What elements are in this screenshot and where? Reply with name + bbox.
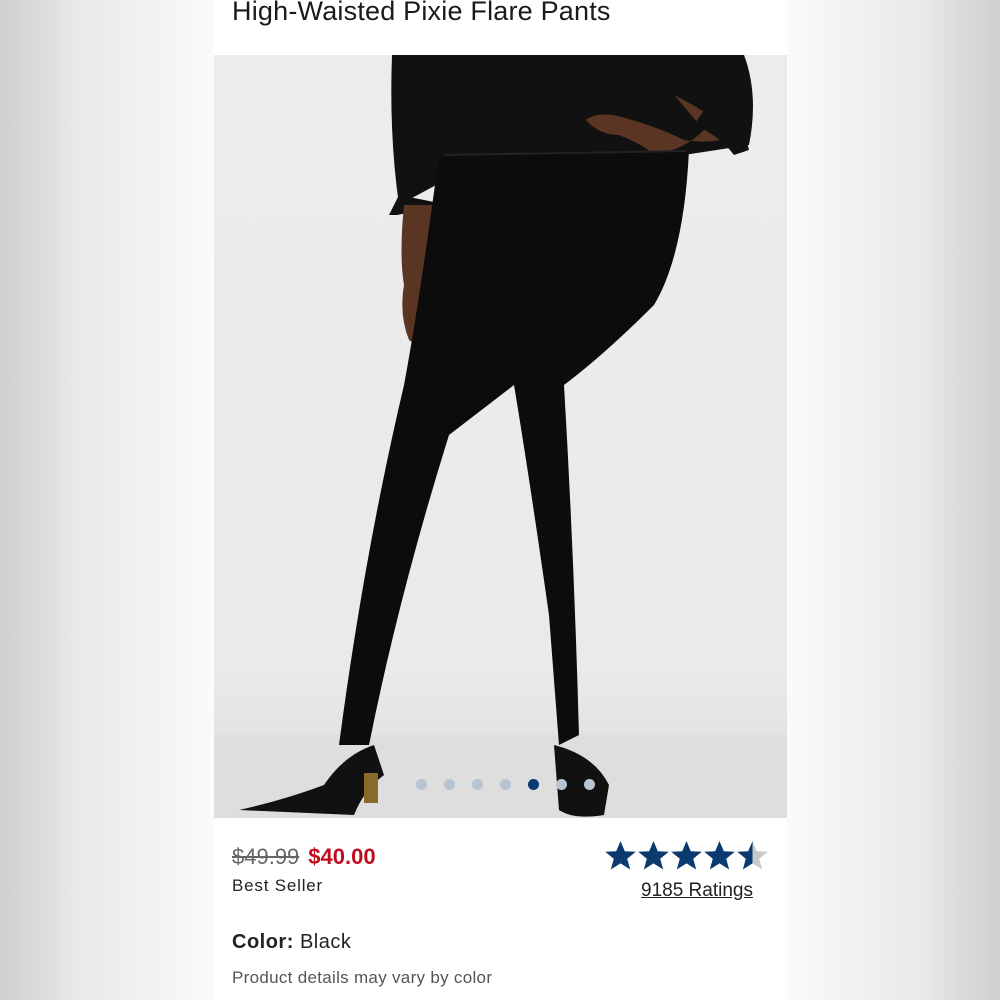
carousel-dot[interactable] (416, 778, 427, 790)
original-price: $49.99 (232, 844, 300, 869)
carousel-dot[interactable] (472, 778, 483, 790)
best-seller-badge: Best Seller (232, 876, 324, 895)
star-icon (704, 841, 735, 870)
product-card: High-Waisted Pixie Flare Pants $49.99 $4… (214, 0, 787, 1000)
color-selection: Color: Black (232, 931, 351, 954)
product-photo-illustration (214, 55, 787, 818)
star-icon (737, 841, 768, 870)
color-label: Color: (232, 931, 294, 953)
star-rating[interactable] (604, 839, 769, 872)
carousel-dot[interactable] (528, 778, 539, 790)
carousel-dot[interactable] (500, 778, 511, 790)
carousel-dot[interactable] (556, 778, 567, 790)
star-icon (605, 841, 636, 870)
ratings-link[interactable]: 9185 Ratings (641, 880, 753, 902)
carousel-dot[interactable] (584, 778, 595, 790)
carousel-dot[interactable] (444, 778, 455, 790)
product-title: High-Waisted Pixie Flare Pants (232, 0, 611, 26)
price-row: $49.99 $40.00 (232, 844, 376, 870)
star-icon (638, 841, 669, 870)
sale-price: $40.00 (308, 844, 376, 869)
product-image[interactable] (214, 55, 787, 818)
star-icon (671, 841, 702, 870)
carousel-indicators (214, 776, 787, 792)
color-value: Black (293, 931, 352, 953)
product-note: Product details may vary by color (232, 968, 493, 987)
